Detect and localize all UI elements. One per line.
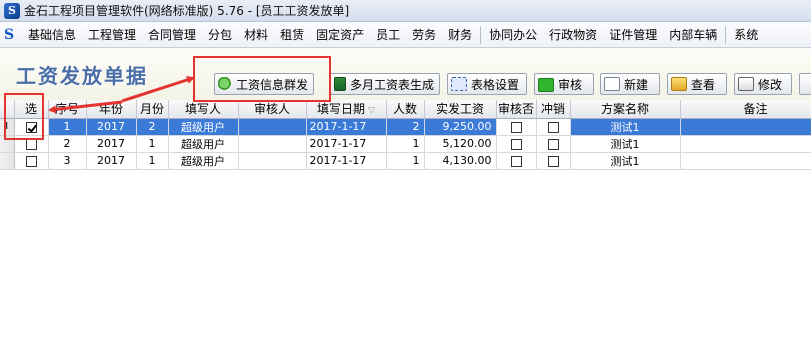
annotation-arrows <box>48 76 195 114</box>
arrow-to-group-send <box>121 76 195 103</box>
arrow-to-select-column <box>48 100 123 114</box>
